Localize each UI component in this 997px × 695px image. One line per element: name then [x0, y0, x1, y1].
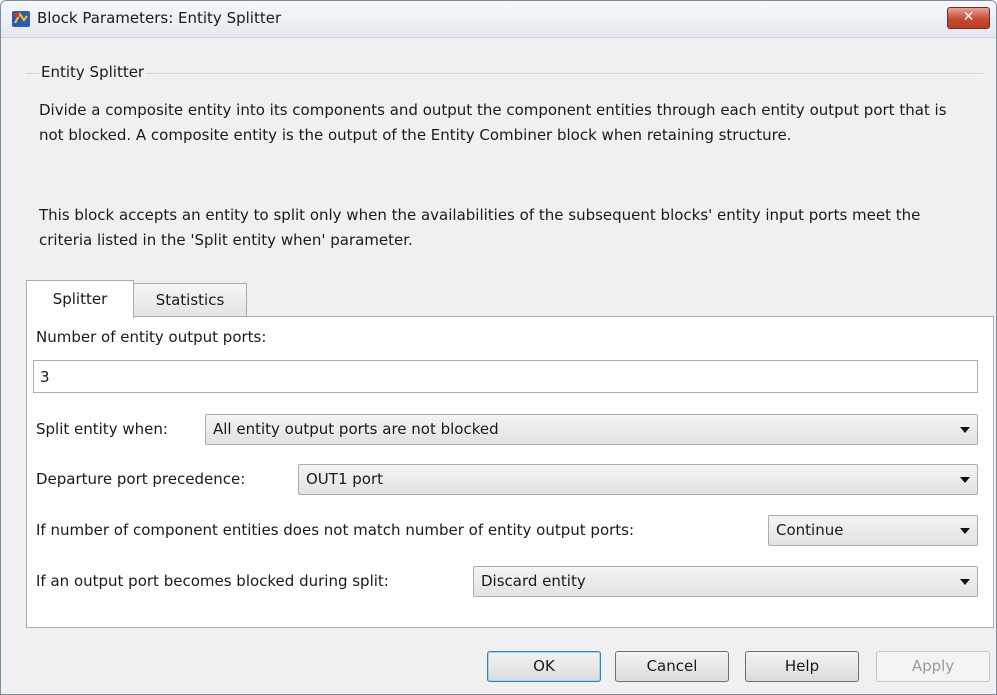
blocked-label: If an output port becomes blocked during…	[36, 572, 389, 590]
title-bar: Block Parameters: Entity Splitter ✕	[1, 1, 996, 38]
tab-statistics[interactable]: Statistics	[133, 283, 247, 317]
chevron-down-icon	[960, 579, 970, 585]
close-button[interactable]: ✕	[947, 7, 990, 29]
precedence-value: OUT1 port	[306, 470, 384, 488]
split-when-select[interactable]: All entity output ports are not blocked	[205, 414, 978, 445]
blocked-select[interactable]: Discard entity	[473, 566, 978, 597]
mismatch-value: Continue	[776, 521, 844, 539]
chevron-down-icon	[960, 477, 970, 483]
cancel-button[interactable]: Cancel	[615, 651, 729, 682]
close-icon: ✕	[962, 9, 975, 25]
precedence-label: Departure port precedence:	[36, 470, 246, 488]
chevron-down-icon	[960, 528, 970, 534]
ok-button[interactable]: OK	[487, 651, 601, 682]
num-ports-input[interactable]: 3	[33, 360, 978, 393]
group-label: Entity Splitter	[39, 63, 147, 81]
chevron-down-icon	[960, 427, 970, 433]
window-title: Block Parameters: Entity Splitter	[37, 9, 282, 27]
apply-button[interactable]: Apply	[876, 651, 990, 682]
tab-splitter[interactable]: Splitter	[26, 280, 134, 318]
description-text-2: This block accepts an entity to split on…	[39, 206, 921, 249]
mismatch-select[interactable]: Continue	[768, 515, 978, 546]
precedence-select[interactable]: OUT1 port	[298, 464, 978, 495]
help-button[interactable]: Help	[745, 651, 859, 682]
dialog-window: Block Parameters: Entity Splitter ✕ Enti…	[0, 0, 997, 695]
simulink-app-icon	[12, 11, 30, 27]
num-ports-label: Number of entity output ports:	[36, 328, 267, 346]
split-when-value: All entity output ports are not blocked	[213, 420, 499, 438]
blocked-value: Discard entity	[481, 572, 586, 590]
split-when-label: Split entity when:	[36, 420, 168, 438]
mismatch-label: If number of component entities does not…	[36, 521, 635, 539]
description-text-1: Divide a composite entity into its compo…	[39, 101, 947, 144]
